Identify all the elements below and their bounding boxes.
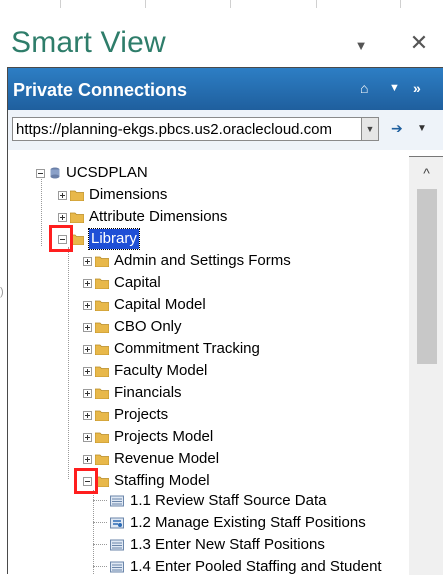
tree-node-library-child[interactable]: Revenue Model [83, 448, 219, 470]
expand-toggle-icon[interactable] [58, 212, 67, 222]
tree-node-form[interactable]: 1.2 Manage Existing Staff Positions [110, 512, 366, 534]
header-dropdown-icon[interactable]: ▼ [389, 82, 400, 94]
form-icon [110, 561, 124, 573]
folder-icon [95, 300, 109, 311]
tree-node-label: Admin and Settings Forms [114, 252, 291, 269]
tree-node-label: UCSDPLAN [66, 164, 148, 181]
expand-toggle-icon[interactable] [83, 344, 92, 354]
folder-icon [70, 212, 84, 223]
tree-node-library-child[interactable]: Commitment Tracking [83, 338, 260, 360]
tree-node-library-child[interactable]: Admin and Settings Forms [83, 250, 291, 272]
tree-node-attribute-dimensions[interactable]: Attribute Dimensions [58, 206, 227, 228]
tree-node-library-child[interactable]: CBO Only [83, 316, 182, 338]
tree-node-label: Financials [114, 384, 182, 401]
tree-node-label: 1.2 Manage Existing Staff Positions [130, 514, 366, 531]
pane-title: Smart View [11, 26, 166, 59]
form-icon [110, 539, 124, 551]
folder-icon [95, 322, 109, 333]
folder-icon [95, 432, 109, 443]
tree-node-label: Faculty Model [114, 362, 208, 379]
tree-node-label: 1.1 Review Staff Source Data [130, 492, 327, 509]
scroll-up-icon[interactable]: ^ [409, 165, 443, 181]
tree-node-staffing-model[interactable]: Staffing Model [83, 470, 210, 492]
highlight-box-library [49, 225, 73, 252]
tree-node-library-child[interactable]: Financials [83, 382, 182, 404]
collapse-toggle-icon[interactable] [36, 168, 45, 178]
tree-node-label: Projects [114, 406, 169, 423]
highlight-box-staffing-model [74, 468, 98, 494]
tree-node-label-selected: Library [88, 228, 140, 250]
folder-icon [95, 388, 109, 399]
tree-connector [93, 522, 107, 523]
tree-connector [41, 176, 42, 246]
tree-connector [93, 544, 107, 545]
tree-node-label: Capital Model [114, 296, 206, 313]
tree-node-root[interactable]: UCSDPLAN [36, 162, 148, 184]
url-row: ▼ ➔ ▼ [8, 110, 443, 150]
folder-icon [95, 454, 109, 465]
database-icon [50, 167, 60, 179]
folder-icon [95, 344, 109, 355]
tree-scrollbar[interactable]: ^ [409, 156, 443, 575]
folder-icon [95, 410, 109, 421]
expand-toggle-icon[interactable] [58, 190, 67, 200]
tree-connector [93, 500, 107, 501]
tree-node-library-child[interactable]: Projects Model [83, 426, 213, 448]
connection-url-input[interactable] [12, 117, 362, 141]
close-icon[interactable]: ✕ [407, 30, 431, 55]
tree-node-label: Staffing Model [114, 472, 210, 489]
expand-toggle-icon[interactable] [83, 278, 92, 288]
expand-toggle-icon[interactable] [83, 388, 92, 398]
expand-toggle-icon[interactable] [83, 432, 92, 442]
folder-icon [95, 256, 109, 267]
tree-node-label: 1.4 Enter Pooled Staffing and Student [130, 558, 382, 575]
form-icon [110, 495, 124, 507]
tree-node-label: 1.3 Enter New Staff Positions [130, 536, 325, 553]
tree-node-library-child[interactable]: Capital Model [83, 294, 206, 316]
tree-node-label: CBO Only [114, 318, 182, 335]
home-icon[interactable]: ⌂ [360, 80, 368, 96]
tree-node-label: Capital [114, 274, 161, 291]
tree-node-label: Projects Model [114, 428, 214, 445]
edge-mark: ) [0, 286, 4, 298]
expand-toggle-icon[interactable] [83, 256, 92, 266]
tree-node-library-child[interactable]: Capital [83, 272, 161, 294]
folder-icon [95, 278, 109, 289]
expand-toggle-icon[interactable] [83, 300, 92, 310]
tree-node-label: Dimensions [89, 186, 168, 203]
expand-toggle-icon[interactable] [83, 410, 92, 420]
folder-icon [95, 366, 109, 377]
panel-header-title: Private Connections [13, 80, 188, 100]
scroll-thumb[interactable] [417, 189, 437, 364]
tree-node-label: Commitment Tracking [114, 340, 260, 357]
tree-node-label: Attribute Dimensions [89, 208, 228, 225]
url-options-dropdown-icon[interactable]: ▼ [417, 123, 427, 134]
tree-node-form[interactable]: 1.3 Enter New Staff Positions [110, 534, 325, 556]
pane-options-dropdown-icon[interactable]: ▼ [350, 34, 372, 56]
form-icon [110, 517, 124, 529]
expand-toggle-icon[interactable] [83, 454, 92, 464]
tree-node-dimensions[interactable]: Dimensions [58, 184, 167, 206]
arrow-right-icon[interactable]: ➔ [391, 120, 403, 137]
folder-icon [70, 190, 84, 201]
tree-connector [93, 566, 107, 567]
more-icon[interactable]: » [413, 80, 421, 96]
tree-node-form[interactable]: 1.4 Enter Pooled Staffing and Student [110, 556, 382, 578]
expand-toggle-icon[interactable] [83, 322, 92, 332]
tree-node-form[interactable]: 1.1 Review Staff Source Data [110, 490, 327, 512]
url-dropdown-icon[interactable]: ▼ [362, 117, 379, 141]
tree-node-label: Revenue Model [114, 450, 220, 467]
expand-toggle-icon[interactable] [83, 366, 92, 376]
tree-node-library-child[interactable]: Projects [83, 404, 168, 426]
tree-connector [93, 490, 94, 574]
panel-header: Private Connections ⌂ ▼ » [8, 68, 443, 110]
top-ruler [0, 0, 443, 14]
tree-connector [68, 247, 69, 479]
tree-node-library-child[interactable]: Faculty Model [83, 360, 207, 382]
